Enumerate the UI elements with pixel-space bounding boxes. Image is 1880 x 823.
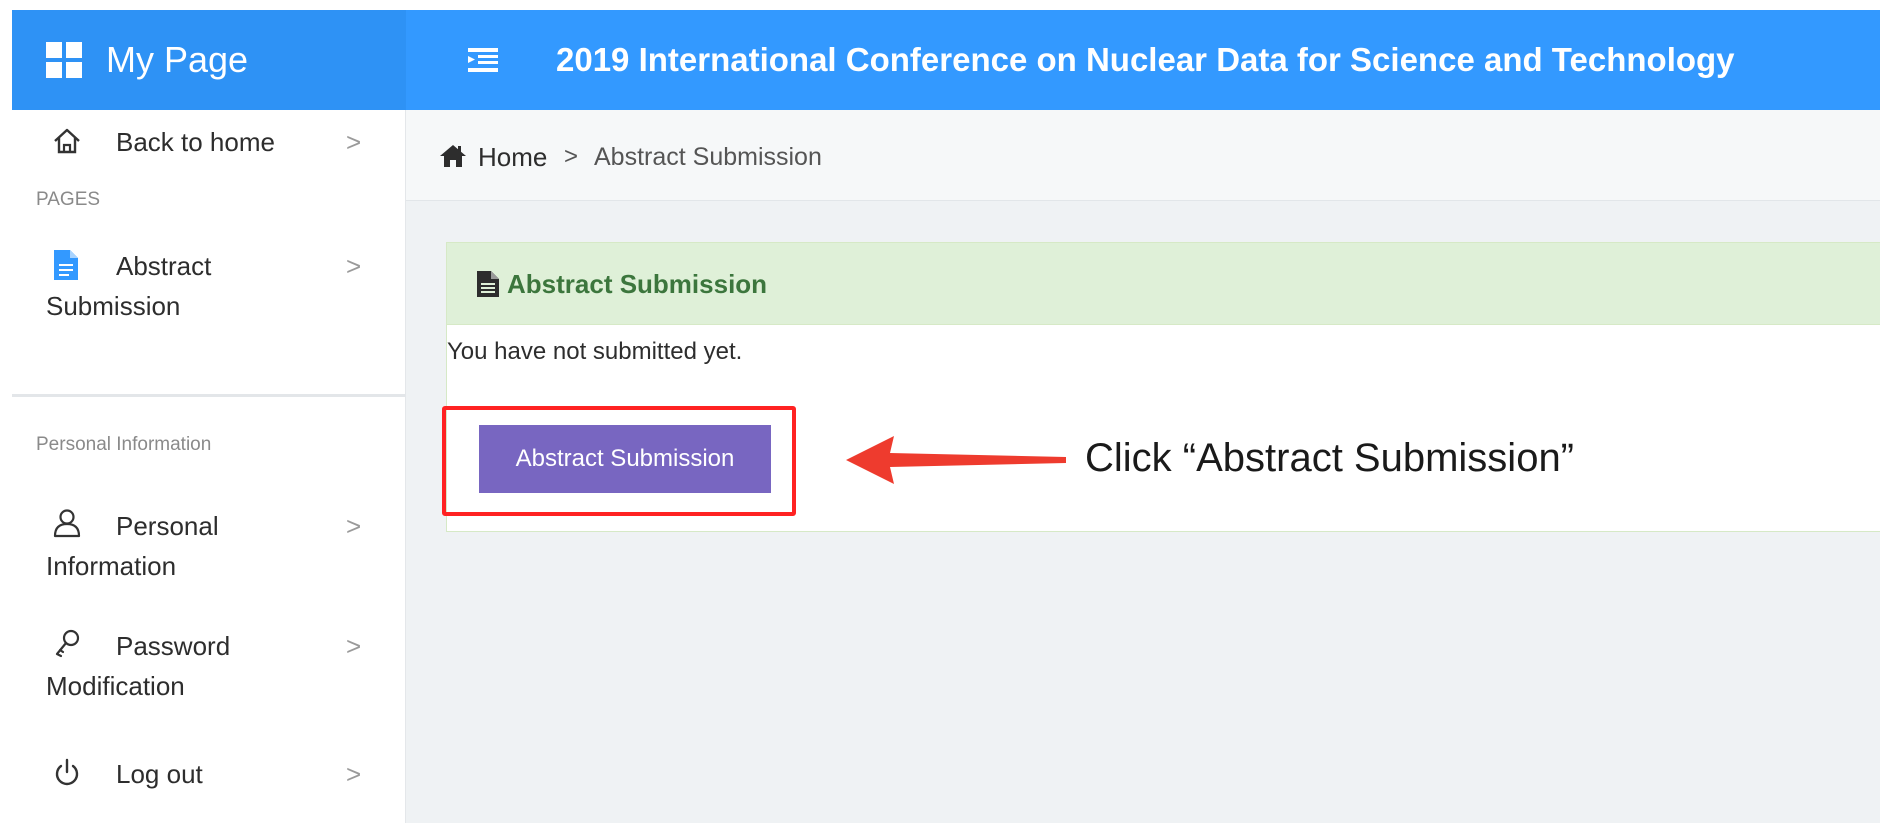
sidebar: Back to home > PAGES Abstract Submission… [12, 110, 406, 823]
panel-title: Abstract Submission [507, 269, 768, 299]
sidebar-divider [12, 394, 405, 397]
brand-title: My Page [106, 39, 249, 80]
sidebar-item-label: Back to home [116, 127, 275, 157]
sidebar-item-label: Log out [116, 759, 203, 789]
highlight-box [442, 406, 796, 516]
section-title-personal: Personal Information [36, 434, 212, 455]
sidebar-item-label: Modification [46, 671, 185, 701]
chevron-right-icon: > [346, 759, 362, 789]
document-icon [54, 250, 78, 280]
sidebar-item-label: Information [46, 551, 177, 581]
breadcrumb-current: Abstract Submission [594, 143, 822, 171]
sidebar-item-label: Personal [116, 511, 219, 541]
menu-toggle-icon[interactable] [468, 48, 498, 72]
breadcrumb-separator: > [564, 143, 579, 170]
brand-area[interactable]: My Page [12, 10, 406, 110]
key-icon [55, 629, 80, 658]
sidebar-item-label: Submission [46, 291, 181, 321]
sidebar-item-abstract-submission[interactable]: Abstract Submission > [12, 234, 405, 344]
breadcrumb-home-link[interactable]: Home [478, 139, 547, 175]
sidebar-item-log-out[interactable]: Log out > [12, 742, 405, 806]
chevron-right-icon: > [346, 631, 362, 661]
home-icon [440, 145, 466, 167]
sidebar-item-personal-information[interactable]: Personal Information > [12, 494, 405, 604]
breadcrumb: Home > Abstract Submission [406, 110, 1880, 201]
annotation-callout: Click “Abstract Submission” [1085, 436, 1575, 480]
app-title: 2019 International Conference on Nuclear… [556, 41, 1735, 78]
arrow-left-icon [846, 436, 1066, 484]
sidebar-item-label: Abstract [116, 251, 212, 281]
home-icon [54, 128, 80, 154]
chevron-right-icon: > [346, 251, 362, 281]
panel-heading: Abstract Submission [447, 243, 1880, 325]
sidebar-item-back-to-home[interactable]: Back to home > [12, 110, 405, 174]
chevron-right-icon: > [346, 127, 362, 157]
status-message: You have not submitted yet. [447, 338, 743, 365]
sidebar-item-password-modification[interactable]: Password Modification > [12, 614, 405, 724]
top-bar: My Page 2019 International Conference on… [12, 10, 1880, 110]
chevron-right-icon: > [346, 511, 362, 541]
document-icon [477, 271, 499, 297]
section-title-pages: PAGES [36, 189, 101, 210]
sidebar-item-label: Password [116, 631, 231, 661]
power-icon [55, 758, 79, 786]
grid-icon [46, 42, 82, 78]
user-icon [53, 509, 81, 538]
